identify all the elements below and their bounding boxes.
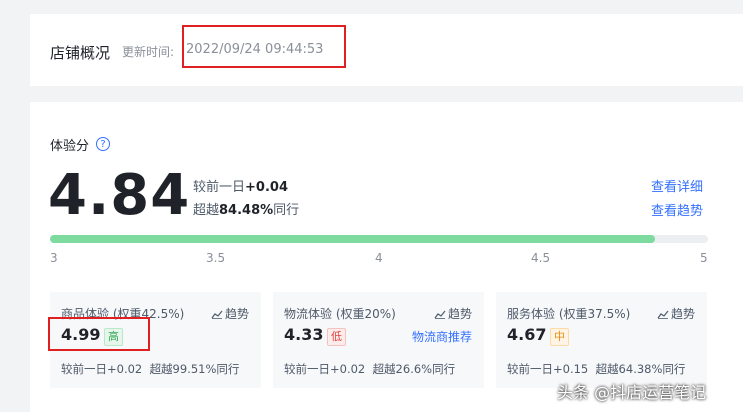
subscore-footer: 较前一日+0.02 超越26.6%同行 — [284, 361, 455, 377]
progress-tick: 3 — [50, 251, 58, 265]
subscore-value: 4.67 — [507, 325, 547, 344]
subscore-beat: 超越64.38%同行 — [595, 362, 686, 376]
progress-tick: 5 — [700, 251, 708, 265]
trend-chart-icon — [211, 310, 223, 319]
subscore-compare: 较前一日+0.02 — [284, 362, 366, 376]
overview-title: 店铺概况 — [50, 44, 111, 62]
compare-prefix: 较前一日 — [193, 180, 246, 195]
subscore-value: 4.33 — [284, 325, 324, 344]
update-time-label: 更新时间: — [122, 45, 175, 59]
score-progress-bar — [50, 235, 708, 243]
beat-prefix: 超越 — [193, 203, 220, 218]
subscore-trend-label: 趋势 — [224, 307, 249, 321]
subscore-level-badge: 低 — [327, 328, 346, 346]
trend-chart-icon — [657, 310, 669, 319]
subscore-card-service: 服务体验 (权重37.5%) 趋势 4.67 中 较前一日+0.15 超越64.… — [496, 292, 707, 388]
subscore-trend-label: 趋势 — [670, 307, 695, 321]
view-trend-link[interactable]: 查看趋势 — [651, 200, 703, 219]
highlight-box-update-time — [182, 25, 346, 68]
subscore-beat: 超越99.51%同行 — [149, 362, 240, 376]
experience-score: 4.84 — [48, 163, 191, 228]
subscore-trend-button[interactable]: 趋势 — [434, 305, 472, 322]
question-circle-icon[interactable]: ? — [96, 137, 110, 151]
beat-suffix: 同行 — [273, 203, 300, 218]
compare-value: +0.04 — [245, 180, 288, 195]
experience-title: 体验分 — [50, 139, 90, 154]
compare-yesterday: 较前一日+0.04 — [193, 176, 288, 195]
subscore-compare: 较前一日+0.02 — [61, 362, 143, 376]
progress-tick: 4 — [375, 251, 383, 265]
trend-chart-icon — [434, 310, 446, 319]
progress-tick: 3.5 — [206, 251, 226, 265]
subscore-beat: 超越26.6%同行 — [372, 362, 456, 376]
score-progress-fill — [50, 235, 656, 243]
subscore-card-logistics: 物流体验 (权重20%) 趋势 4.33 低 物流商推荐 较前一日+0.02 超… — [273, 292, 484, 388]
beat-peers: 超越84.48%同行 — [193, 199, 299, 218]
subscore-trend-button[interactable]: 趋势 — [211, 305, 249, 322]
view-detail-link[interactable]: 查看详细 — [651, 176, 703, 195]
highlight-box-product-score — [48, 317, 150, 351]
subscore-trend-button[interactable]: 趋势 — [657, 305, 695, 322]
logistics-recommend-link[interactable]: 物流商推荐 — [412, 328, 472, 345]
subscore-level-badge: 中 — [550, 328, 569, 346]
subscore-title: 服务体验 (权重37.5%) — [507, 307, 631, 321]
subscore-footer: 较前一日+0.15 超越64.38%同行 — [507, 361, 685, 377]
subscore-compare: 较前一日+0.15 — [507, 362, 589, 376]
beat-value: 84.48% — [219, 203, 274, 218]
subscore-title: 物流体验 (权重20%) — [284, 307, 396, 321]
progress-tick: 4.5 — [531, 251, 551, 265]
subscore-trend-label: 趋势 — [447, 307, 472, 321]
watermark-text: 头条 @抖店运营笔记 — [557, 383, 707, 402]
subscore-footer: 较前一日+0.02 超越99.51%同行 — [61, 361, 239, 377]
